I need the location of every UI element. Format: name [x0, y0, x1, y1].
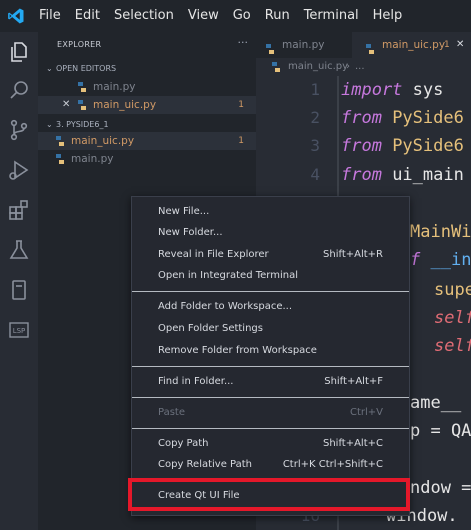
menu-edit[interactable]: Edit	[68, 0, 107, 32]
python-file-icon	[270, 61, 282, 73]
code-line[interactable]: self	[434, 308, 471, 328]
line-number: 4	[310, 165, 320, 184]
activity-bar: LSP	[0, 32, 38, 530]
code-line[interactable]: supe	[434, 280, 471, 300]
python-file-icon	[364, 39, 376, 54]
code-line[interactable]: ndow =	[410, 478, 471, 498]
vscode-logo-icon	[0, 0, 32, 32]
close-icon[interactable]: ✕	[62, 96, 70, 114]
line-number: 3	[310, 136, 320, 155]
explorer-title: EXPLORER	[57, 40, 102, 49]
breadcrumb-file[interactable]: main_uic.py	[288, 58, 348, 76]
python-file-icon	[76, 99, 88, 111]
lsp-icon[interactable]: LSP	[7, 318, 31, 342]
menu-item-new-folder[interactable]: New Folder...	[132, 222, 409, 243]
problem-count-badge: 1	[238, 136, 244, 146]
python-file-icon	[76, 81, 88, 93]
code-line[interactable]: ame__	[410, 393, 461, 413]
line-number: 1	[310, 80, 320, 99]
menu-view[interactable]: View	[181, 0, 226, 32]
menu-item-new-file[interactable]: New File...	[132, 201, 409, 222]
breadcrumb: main_uic.py › ...	[256, 58, 471, 76]
menu-terminal[interactable]: Terminal	[297, 0, 366, 32]
chevron-down-icon: ⌄	[46, 64, 53, 73]
folder-file-item-active[interactable]: main_uic.py 1	[38, 132, 256, 150]
menu-item-remove-folder-workspace[interactable]: Remove Folder from Workspace	[132, 340, 409, 361]
menu-item-add-folder-workspace[interactable]: Add Folder to Workspace...	[132, 296, 409, 317]
menu-selection[interactable]: Selection	[107, 0, 181, 32]
problem-count-badge: 1	[444, 40, 450, 50]
python-file-icon	[54, 153, 66, 165]
menu-item-find-in-folder[interactable]: Find in Folder... Shift+Alt+F	[132, 371, 409, 392]
python-file-icon	[264, 39, 276, 54]
menu-bar: File Edit Selection View Go Run Terminal…	[32, 0, 409, 32]
line-number: 2	[310, 108, 320, 127]
menu-item-reveal-in-explorer[interactable]: Reveal in File Explorer Shift+Alt+R	[132, 244, 409, 265]
problem-count-badge: 1	[238, 100, 244, 110]
code-line[interactable]: from PySide6	[341, 136, 464, 156]
python-file-icon	[54, 135, 66, 147]
menu-item-paste: Paste Ctrl+V	[158, 407, 383, 418]
chevron-right-icon: ›	[346, 61, 350, 72]
explorer-context-menu: New File... New Folder... Reveal in File…	[131, 196, 410, 516]
menu-item-copy-relative-path[interactable]: Copy Relative Path Ctrl+K Ctrl+Shift+C	[132, 454, 409, 475]
source-control-icon[interactable]	[7, 118, 31, 142]
menu-separator	[132, 291, 409, 292]
extensions-icon[interactable]	[7, 198, 31, 222]
menu-file[interactable]: File	[32, 0, 68, 32]
open-editor-item-active[interactable]: ✕ main_uic.py 1	[38, 96, 256, 114]
menu-separator	[132, 428, 409, 429]
menu-item-open-folder-settings[interactable]: Open Folder Settings	[132, 318, 409, 339]
menu-go[interactable]: Go	[226, 0, 258, 32]
code-line[interactable]: self	[434, 336, 471, 356]
code-line[interactable]: from PySide6	[341, 108, 464, 128]
tab-bar: main.py main_uic.py 1 ✕	[256, 32, 471, 58]
menu-separator	[132, 397, 409, 398]
open-editors-header[interactable]: ⌄ OPEN EDITORS	[38, 60, 256, 78]
folder-file-item[interactable]: main.py	[38, 150, 256, 168]
svg-text:LSP: LSP	[13, 327, 26, 335]
code-line[interactable]: from ui_main	[341, 165, 464, 185]
menu-run[interactable]: Run	[258, 0, 297, 32]
menu-item-open-terminal[interactable]: Open in Integrated Terminal	[132, 265, 409, 286]
open-editor-item[interactable]: main.py	[38, 78, 256, 96]
code-line[interactable]: import sys	[341, 80, 443, 100]
notebook-icon[interactable]	[7, 278, 31, 302]
search-icon[interactable]	[7, 78, 31, 102]
highlight-box	[128, 478, 410, 511]
menu-item-copy-path[interactable]: Copy Path Shift+Alt+C	[132, 433, 409, 454]
menu-separator	[132, 366, 409, 367]
code-line[interactable]: MainWi	[410, 222, 471, 242]
code-line[interactable]: f __in	[410, 250, 471, 270]
flask-icon[interactable]	[7, 238, 31, 262]
more-actions-icon[interactable]: ···	[238, 36, 249, 49]
tab-main-uic-py[interactable]: main_uic.py 1 ✕	[352, 32, 471, 58]
tab-main-py[interactable]: main.py	[256, 32, 352, 58]
explorer-icon[interactable]	[7, 40, 31, 64]
menu-help[interactable]: Help	[366, 0, 410, 32]
run-debug-icon[interactable]	[7, 158, 31, 182]
close-icon[interactable]: ✕	[456, 32, 464, 58]
title-bar: File Edit Selection View Go Run Terminal…	[0, 0, 471, 32]
code-line[interactable]: p = QA	[410, 421, 471, 441]
breadcrumb-symbol[interactable]: ...	[355, 58, 365, 76]
